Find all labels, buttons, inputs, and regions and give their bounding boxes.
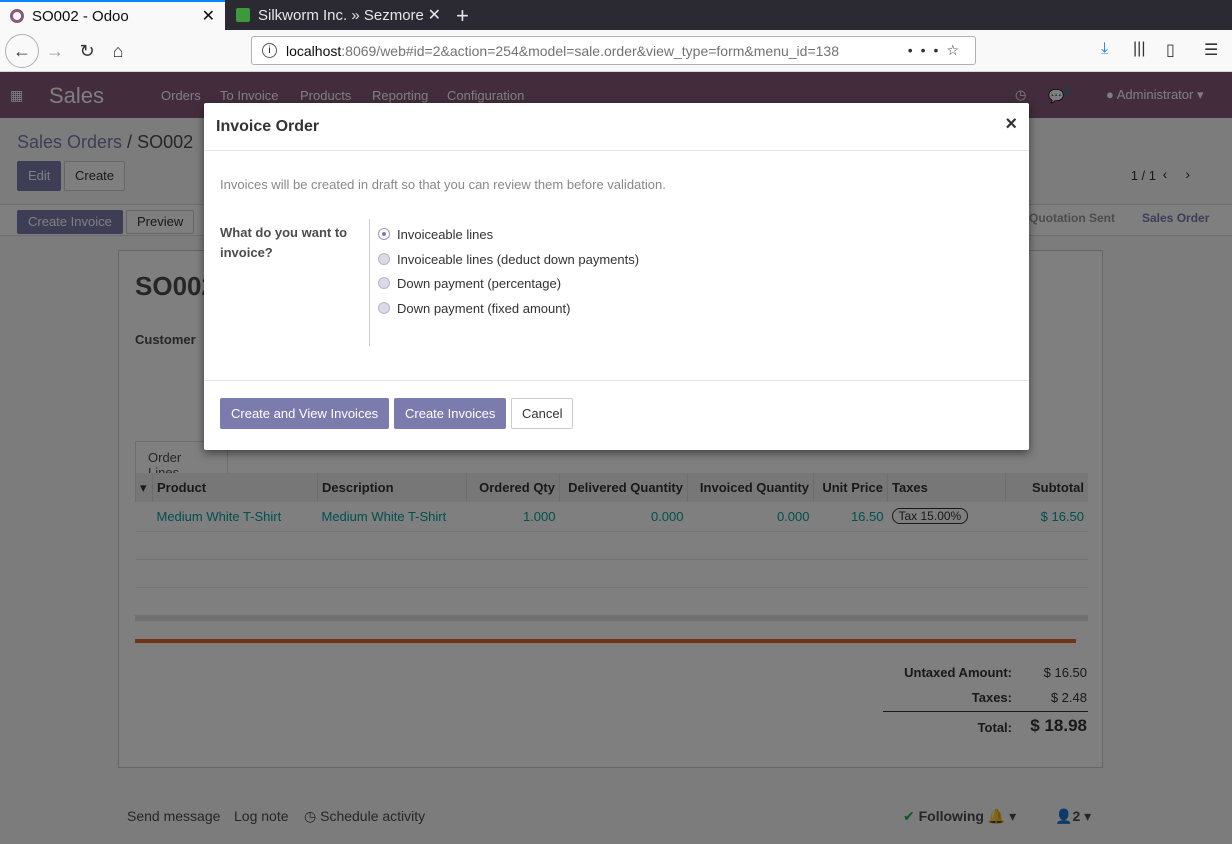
radio-down-payment-fixed[interactable]: Down payment (fixed amount) bbox=[378, 298, 570, 318]
site-info-icon[interactable]: i bbox=[262, 43, 277, 58]
cancel-button[interactable]: Cancel bbox=[511, 398, 574, 429]
odoo-favicon-icon bbox=[10, 9, 24, 23]
back-icon[interactable]: ← bbox=[5, 34, 39, 68]
radio-unchecked-icon[interactable] bbox=[378, 253, 390, 265]
nav-bar: ← → ↻ ⌂ i localhost:8069/web#id=2&action… bbox=[0, 30, 1232, 72]
invoice-order-dialog: Invoice Order × Invoices will be created… bbox=[204, 103, 1029, 450]
site-favicon-icon bbox=[236, 8, 250, 22]
radio-label: Invoiceable lines (deduct down payments) bbox=[397, 251, 640, 267]
browser-tab-odoo[interactable]: SO002 - Odoo ✕ bbox=[0, 0, 225, 30]
modal-footer: Create and View Invoices Create Invoices… bbox=[204, 380, 1029, 450]
help-text: Invoices will be created in draft so tha… bbox=[220, 177, 666, 192]
tab-title: SO002 - Odoo bbox=[32, 7, 129, 25]
close-tab-icon[interactable]: ✕ bbox=[428, 5, 441, 25]
browser-tab-silkworm[interactable]: Silkworm Inc. » Sezmore ✕ bbox=[226, 0, 451, 30]
modal-header: Invoice Order × bbox=[204, 103, 1029, 151]
forward-icon[interactable]: → bbox=[40, 36, 70, 66]
modal-title: Invoice Order bbox=[216, 118, 320, 135]
page-actions-icon[interactable]: •••☆ bbox=[908, 42, 967, 59]
tab-title: Silkworm Inc. » Sezmore bbox=[258, 6, 423, 24]
library-icon[interactable]: ||| bbox=[1133, 40, 1145, 58]
radio-invoiceable-lines[interactable]: Invoiceable lines bbox=[378, 224, 493, 244]
url-host: localhost bbox=[286, 42, 342, 59]
download-icon[interactable]: ⤓ bbox=[1101, 40, 1108, 58]
radio-label: Down payment (percentage) bbox=[397, 275, 562, 291]
hamburger-menu-icon[interactable]: ☰ bbox=[1204, 40, 1218, 60]
sidebar-icon[interactable]: ▯ bbox=[1166, 40, 1175, 60]
close-tab-icon[interactable]: ✕ bbox=[202, 6, 215, 26]
reload-icon[interactable]: ↻ bbox=[72, 36, 102, 66]
create-invoices-button[interactable]: Create Invoices bbox=[394, 398, 507, 429]
url-path: :8069/web#id=2&action=254&model=sale.ord… bbox=[341, 42, 839, 59]
url-bar[interactable]: i localhost:8069/web#id=2&action=254&mod… bbox=[251, 36, 976, 65]
create-and-view-invoices-button[interactable]: Create and View Invoices bbox=[220, 398, 390, 429]
close-icon[interactable]: × bbox=[1005, 114, 1017, 134]
tab-strip: SO002 - Odoo ✕ Silkworm Inc. » Sezmore ✕… bbox=[0, 0, 1232, 30]
radio-down-payment-percentage[interactable]: Down payment (percentage) bbox=[378, 273, 561, 293]
radio-checked-icon[interactable] bbox=[378, 228, 390, 240]
radio-deduct-down-payments[interactable]: Invoiceable lines (deduct down payments) bbox=[378, 249, 639, 269]
invoice-question-label: What do you want to invoice? bbox=[220, 225, 348, 260]
radio-unchecked-icon[interactable] bbox=[378, 277, 390, 289]
home-icon[interactable]: ⌂ bbox=[103, 36, 133, 66]
radio-label: Down payment (fixed amount) bbox=[397, 300, 571, 316]
browser-chrome: SO002 - Odoo ✕ Silkworm Inc. » Sezmore ✕… bbox=[0, 0, 1232, 72]
field-separator bbox=[369, 219, 370, 346]
radio-label: Invoiceable lines bbox=[397, 226, 494, 242]
radio-unchecked-icon[interactable] bbox=[378, 302, 390, 314]
new-tab-icon[interactable]: + bbox=[456, 3, 469, 29]
